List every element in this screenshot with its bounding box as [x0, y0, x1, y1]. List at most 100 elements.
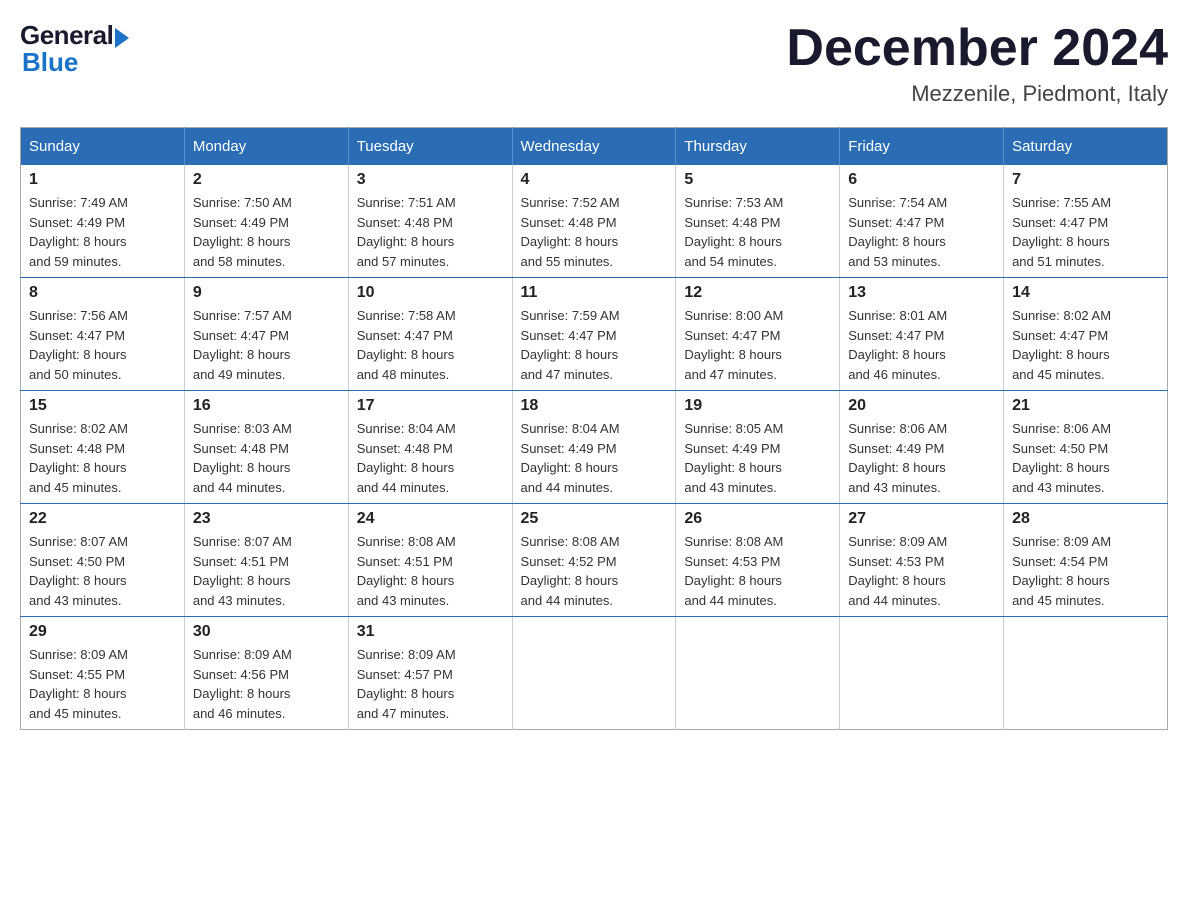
calendar-cell: 21 Sunrise: 8:06 AM Sunset: 4:50 PM Dayl… — [1004, 391, 1168, 504]
calendar-cell: 10 Sunrise: 7:58 AM Sunset: 4:47 PM Dayl… — [348, 278, 512, 391]
day-number: 8 — [29, 284, 176, 302]
header-tuesday: Tuesday — [348, 128, 512, 166]
calendar-cell: 1 Sunrise: 7:49 AM Sunset: 4:49 PM Dayli… — [21, 165, 185, 278]
calendar-cell — [840, 617, 1004, 730]
day-number: 19 — [684, 397, 831, 415]
calendar-cell: 29 Sunrise: 8:09 AM Sunset: 4:55 PM Dayl… — [21, 617, 185, 730]
day-info: Sunrise: 8:09 AM Sunset: 4:57 PM Dayligh… — [357, 645, 504, 723]
calendar-cell: 6 Sunrise: 7:54 AM Sunset: 4:47 PM Dayli… — [840, 165, 1004, 278]
day-info: Sunrise: 7:58 AM Sunset: 4:47 PM Dayligh… — [357, 306, 504, 384]
day-info: Sunrise: 7:54 AM Sunset: 4:47 PM Dayligh… — [848, 193, 995, 271]
header-sunday: Sunday — [21, 128, 185, 166]
calendar-cell: 30 Sunrise: 8:09 AM Sunset: 4:56 PM Dayl… — [184, 617, 348, 730]
calendar-cell: 8 Sunrise: 7:56 AM Sunset: 4:47 PM Dayli… — [21, 278, 185, 391]
day-number: 9 — [193, 284, 340, 302]
day-number: 18 — [521, 397, 668, 415]
day-number: 23 — [193, 510, 340, 528]
day-info: Sunrise: 7:57 AM Sunset: 4:47 PM Dayligh… — [193, 306, 340, 384]
day-info: Sunrise: 8:06 AM Sunset: 4:49 PM Dayligh… — [848, 419, 995, 497]
week-row-5: 29 Sunrise: 8:09 AM Sunset: 4:55 PM Dayl… — [21, 617, 1168, 730]
calendar-cell: 3 Sunrise: 7:51 AM Sunset: 4:48 PM Dayli… — [348, 165, 512, 278]
day-info: Sunrise: 7:51 AM Sunset: 4:48 PM Dayligh… — [357, 193, 504, 271]
header-friday: Friday — [840, 128, 1004, 166]
calendar-cell: 19 Sunrise: 8:05 AM Sunset: 4:49 PM Dayl… — [676, 391, 840, 504]
calendar-cell: 4 Sunrise: 7:52 AM Sunset: 4:48 PM Dayli… — [512, 165, 676, 278]
logo-blue-text: Blue — [22, 47, 78, 78]
calendar-cell: 7 Sunrise: 7:55 AM Sunset: 4:47 PM Dayli… — [1004, 165, 1168, 278]
calendar-cell: 28 Sunrise: 8:09 AM Sunset: 4:54 PM Dayl… — [1004, 504, 1168, 617]
day-number: 27 — [848, 510, 995, 528]
calendar-cell — [512, 617, 676, 730]
day-info: Sunrise: 7:53 AM Sunset: 4:48 PM Dayligh… — [684, 193, 831, 271]
day-info: Sunrise: 8:03 AM Sunset: 4:48 PM Dayligh… — [193, 419, 340, 497]
day-number: 24 — [357, 510, 504, 528]
calendar-cell: 24 Sunrise: 8:08 AM Sunset: 4:51 PM Dayl… — [348, 504, 512, 617]
day-number: 4 — [521, 171, 668, 189]
day-info: Sunrise: 8:08 AM Sunset: 4:52 PM Dayligh… — [521, 532, 668, 610]
day-info: Sunrise: 7:49 AM Sunset: 4:49 PM Dayligh… — [29, 193, 176, 271]
day-number: 22 — [29, 510, 176, 528]
day-info: Sunrise: 7:55 AM Sunset: 4:47 PM Dayligh… — [1012, 193, 1159, 271]
day-number: 15 — [29, 397, 176, 415]
day-info: Sunrise: 7:50 AM Sunset: 4:49 PM Dayligh… — [193, 193, 340, 271]
day-number: 28 — [1012, 510, 1159, 528]
day-info: Sunrise: 8:09 AM Sunset: 4:56 PM Dayligh… — [193, 645, 340, 723]
calendar-cell — [676, 617, 840, 730]
header-wednesday: Wednesday — [512, 128, 676, 166]
day-info: Sunrise: 8:07 AM Sunset: 4:51 PM Dayligh… — [193, 532, 340, 610]
day-info: Sunrise: 8:08 AM Sunset: 4:53 PM Dayligh… — [684, 532, 831, 610]
calendar-cell: 13 Sunrise: 8:01 AM Sunset: 4:47 PM Dayl… — [840, 278, 1004, 391]
header-monday: Monday — [184, 128, 348, 166]
day-number: 31 — [357, 623, 504, 641]
day-info: Sunrise: 8:09 AM Sunset: 4:54 PM Dayligh… — [1012, 532, 1159, 610]
day-info: Sunrise: 7:52 AM Sunset: 4:48 PM Dayligh… — [521, 193, 668, 271]
calendar-cell: 22 Sunrise: 8:07 AM Sunset: 4:50 PM Dayl… — [21, 504, 185, 617]
calendar-cell: 9 Sunrise: 7:57 AM Sunset: 4:47 PM Dayli… — [184, 278, 348, 391]
day-info: Sunrise: 8:00 AM Sunset: 4:47 PM Dayligh… — [684, 306, 831, 384]
day-number: 26 — [684, 510, 831, 528]
calendar-cell — [1004, 617, 1168, 730]
calendar-cell: 23 Sunrise: 8:07 AM Sunset: 4:51 PM Dayl… — [184, 504, 348, 617]
day-number: 14 — [1012, 284, 1159, 302]
week-row-4: 22 Sunrise: 8:07 AM Sunset: 4:50 PM Dayl… — [21, 504, 1168, 617]
day-number: 20 — [848, 397, 995, 415]
header-thursday: Thursday — [676, 128, 840, 166]
calendar-cell: 5 Sunrise: 7:53 AM Sunset: 4:48 PM Dayli… — [676, 165, 840, 278]
calendar-cell: 11 Sunrise: 7:59 AM Sunset: 4:47 PM Dayl… — [512, 278, 676, 391]
calendar-cell: 18 Sunrise: 8:04 AM Sunset: 4:49 PM Dayl… — [512, 391, 676, 504]
day-info: Sunrise: 8:07 AM Sunset: 4:50 PM Dayligh… — [29, 532, 176, 610]
calendar-cell: 17 Sunrise: 8:04 AM Sunset: 4:48 PM Dayl… — [348, 391, 512, 504]
day-info: Sunrise: 8:08 AM Sunset: 4:51 PM Dayligh… — [357, 532, 504, 610]
day-number: 10 — [357, 284, 504, 302]
day-number: 2 — [193, 171, 340, 189]
day-info: Sunrise: 8:02 AM Sunset: 4:47 PM Dayligh… — [1012, 306, 1159, 384]
day-info: Sunrise: 8:02 AM Sunset: 4:48 PM Dayligh… — [29, 419, 176, 497]
calendar-cell: 15 Sunrise: 8:02 AM Sunset: 4:48 PM Dayl… — [21, 391, 185, 504]
day-number: 1 — [29, 171, 176, 189]
title-section: December 2024 Mezzenile, Piedmont, Italy — [786, 20, 1168, 107]
calendar-cell: 27 Sunrise: 8:09 AM Sunset: 4:53 PM Dayl… — [840, 504, 1004, 617]
day-info: Sunrise: 7:59 AM Sunset: 4:47 PM Dayligh… — [521, 306, 668, 384]
header-saturday: Saturday — [1004, 128, 1168, 166]
day-number: 12 — [684, 284, 831, 302]
calendar-table: Sunday Monday Tuesday Wednesday Thursday… — [20, 127, 1168, 730]
day-number: 3 — [357, 171, 504, 189]
day-info: Sunrise: 8:09 AM Sunset: 4:55 PM Dayligh… — [29, 645, 176, 723]
calendar-cell: 16 Sunrise: 8:03 AM Sunset: 4:48 PM Dayl… — [184, 391, 348, 504]
logo: General Blue — [20, 20, 129, 78]
calendar-cell: 31 Sunrise: 8:09 AM Sunset: 4:57 PM Dayl… — [348, 617, 512, 730]
week-row-1: 1 Sunrise: 7:49 AM Sunset: 4:49 PM Dayli… — [21, 165, 1168, 278]
day-number: 13 — [848, 284, 995, 302]
location-text: Mezzenile, Piedmont, Italy — [786, 81, 1168, 107]
page-header: General Blue December 2024 Mezzenile, Pi… — [20, 20, 1168, 107]
day-info: Sunrise: 8:09 AM Sunset: 4:53 PM Dayligh… — [848, 532, 995, 610]
day-number: 17 — [357, 397, 504, 415]
day-info: Sunrise: 8:04 AM Sunset: 4:48 PM Dayligh… — [357, 419, 504, 497]
day-number: 11 — [521, 284, 668, 302]
day-number: 6 — [848, 171, 995, 189]
day-number: 25 — [521, 510, 668, 528]
day-number: 7 — [1012, 171, 1159, 189]
day-number: 21 — [1012, 397, 1159, 415]
calendar-cell: 14 Sunrise: 8:02 AM Sunset: 4:47 PM Dayl… — [1004, 278, 1168, 391]
week-row-2: 8 Sunrise: 7:56 AM Sunset: 4:47 PM Dayli… — [21, 278, 1168, 391]
